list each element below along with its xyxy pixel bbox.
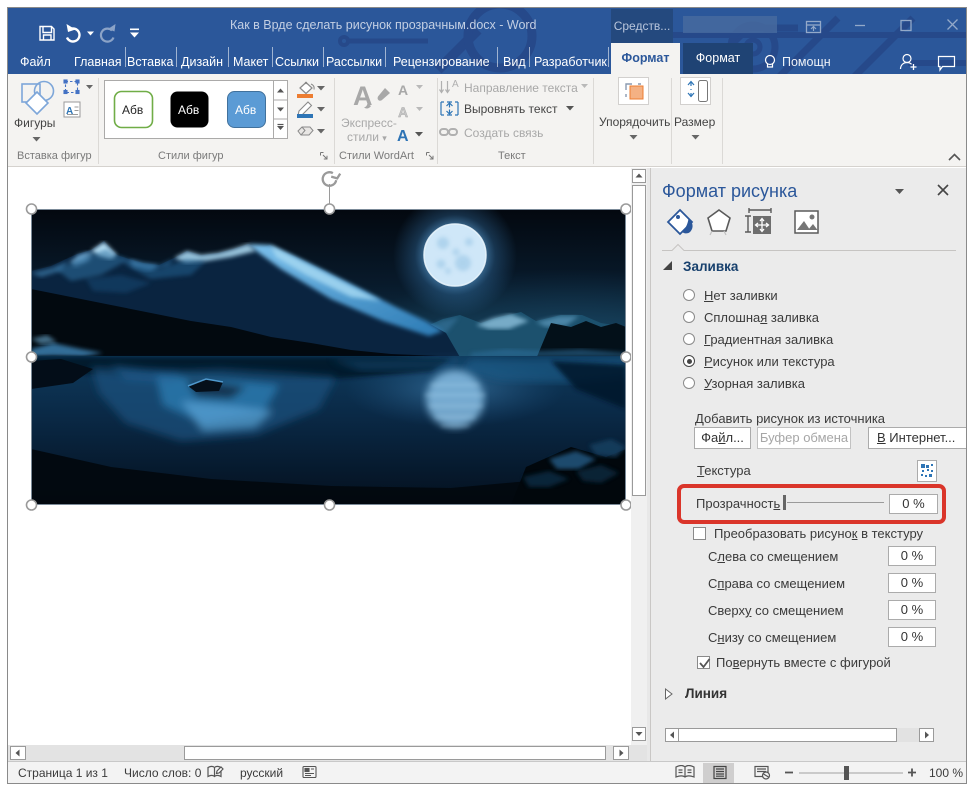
svg-text:А: А (397, 128, 409, 145)
svg-text:Абв: Абв (122, 103, 143, 117)
svg-text:А: А (398, 82, 408, 98)
svg-text:А: А (398, 104, 408, 120)
svg-text:Помощн: Помощн (782, 55, 831, 69)
svg-text:A: A (66, 106, 73, 117)
svg-text:Абв: Абв (235, 103, 256, 117)
svg-text:Абв: Абв (178, 103, 199, 117)
svg-text:А: А (452, 79, 459, 90)
